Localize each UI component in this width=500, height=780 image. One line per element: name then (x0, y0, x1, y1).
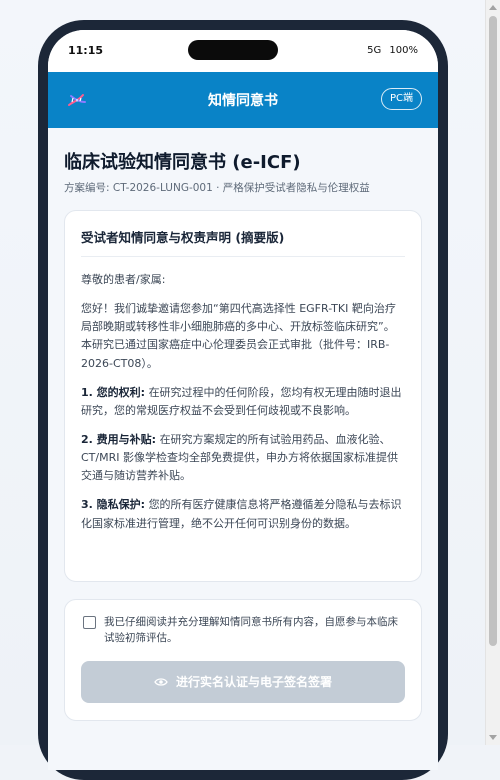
header-title: 知情同意书 (208, 93, 278, 109)
status-indicators: 5G 100% (362, 45, 418, 56)
statement-card-title: 受试者知情同意与权责声明 (摘要版) (81, 227, 405, 257)
consent-checkbox[interactable] (83, 616, 96, 629)
app-header: 知情同意书 PC端 (48, 72, 438, 128)
greeting-text: 尊敬的患者/家属: (81, 273, 166, 286)
privacy-label: 3. 隐私保护: (81, 498, 146, 512)
browser-scrollbar[interactable] (485, 0, 500, 745)
phone-screen: 11:15 5G 100% 知情同意书 PC端 临床试验知情同意书 (e-ICF… (48, 30, 438, 770)
sign-consent-button[interactable]: 进行实名认证与电子签名签署 (81, 660, 405, 703)
consent-card: 我已仔细阅读并充分理解知情同意书所有内容，自愿参与本临床试验初筛评估。 进行实名… (64, 599, 422, 721)
scroll-up-arrow-icon[interactable] (489, 5, 497, 10)
scroll-down-arrow-icon[interactable] (489, 735, 497, 740)
privacy-paragraph: 3. 隐私保护: 您的所有医疗健康信息将严格遵循差分隐私与去标识化国家标准进行管… (81, 496, 405, 532)
consent-checkbox-row[interactable]: 我已仔细阅读并充分理解知情同意书所有内容，自愿参与本临床试验初筛评估。 (81, 614, 405, 647)
document-title: 临床试验知情同意书 (e-ICF) (64, 152, 301, 173)
rights-paragraph: 1. 您的权利: 在研究过程中的任何阶段，您均有权无理由随时退出研究，您的常规医… (81, 384, 405, 420)
consent-text[interactable]: 我已仔细阅读并充分理解知情同意书所有内容，自愿参与本临床试验初筛评估。 (104, 614, 405, 647)
fees-paragraph: 2. 费用与补贴: 在研究方案规定的所有试验用药品、血液化验、CT/MRI 影像… (81, 431, 405, 485)
battery-indicator: 100% (389, 45, 418, 56)
document-subtitle: 方案编号: CT-2026-LUNG-001 · 严格保护受试者隐私与伦理权益 (64, 182, 370, 194)
consent-statement-card: 受试者知情同意与权责声明 (摘要版) 尊敬的患者/家属: 您好！我们诚挚邀请您参… (64, 210, 422, 582)
statement-card-body: 尊敬的患者/家属: 您好！我们诚挚邀请您参加“第四代高选择性 EGFR-TKI … (81, 271, 405, 533)
scrollbar-thumb[interactable] (489, 16, 497, 646)
eye-icon (154, 677, 168, 686)
rights-label: 1. 您的权利: (81, 385, 146, 399)
status-time: 11:15 (68, 44, 104, 57)
pc-version-button[interactable]: PC端 (380, 88, 422, 110)
main-content: 临床试验知情同意书 (e-ICF) 方案编号: CT-2026-LUNG-001… (64, 128, 422, 721)
phone-notch (188, 40, 278, 60)
fees-label: 2. 费用与补贴: (81, 432, 157, 446)
network-indicator: 5G (367, 45, 382, 56)
intro-paragraph: 您好！我们诚挚邀请您参加“第四代高选择性 EGFR-TKI 靶向治疗局部晚期或转… (81, 302, 396, 370)
status-bar: 11:15 5G 100% (48, 30, 438, 72)
phone-frame: 11:15 5G 100% 知情同意书 PC端 临床试验知情同意书 (e-ICF… (38, 20, 448, 780)
sign-button-label: 进行实名认证与电子签名签署 (175, 675, 332, 690)
